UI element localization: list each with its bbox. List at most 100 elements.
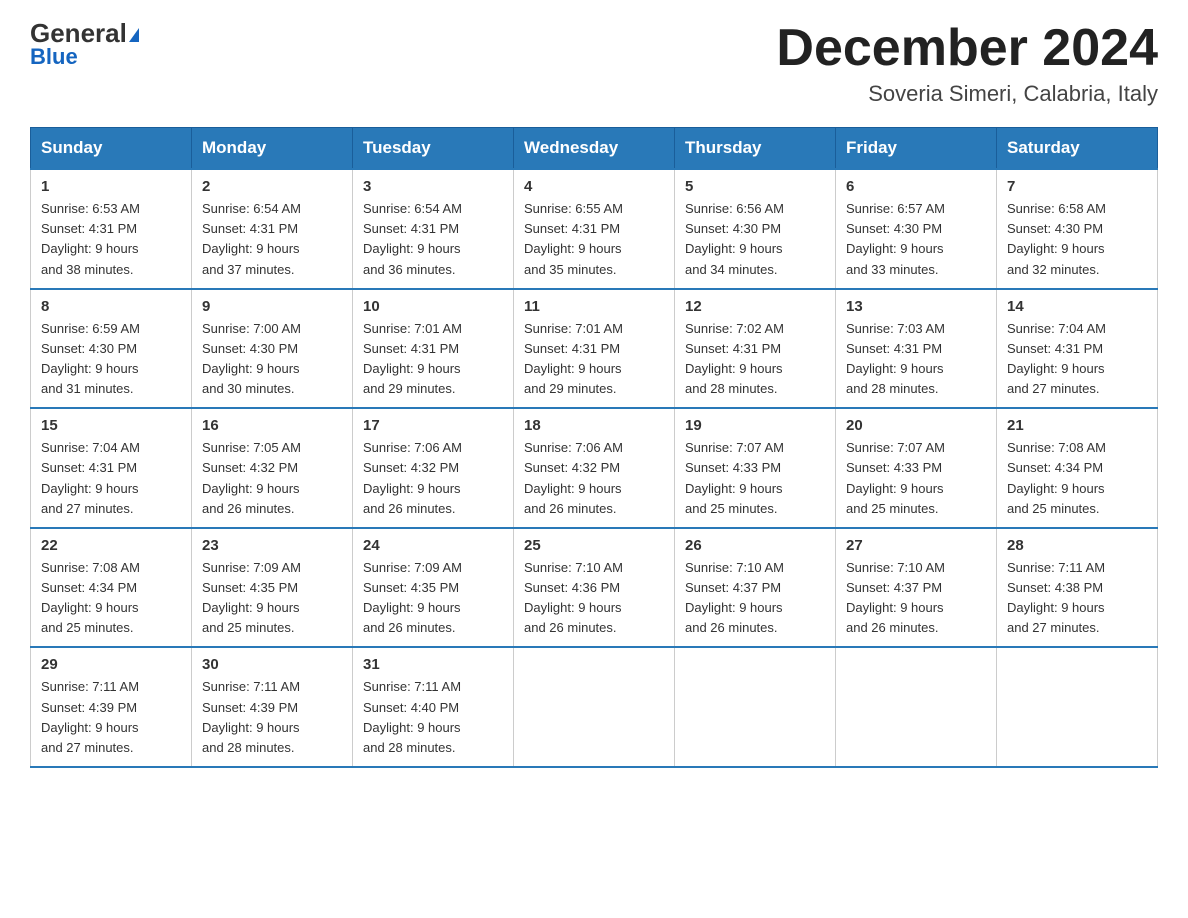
table-row: [836, 647, 997, 767]
table-row: 1 Sunrise: 6:53 AMSunset: 4:31 PMDaylight…: [31, 169, 192, 289]
day-number: 4: [524, 178, 664, 195]
day-number: 31: [363, 656, 503, 673]
table-row: 31 Sunrise: 7:11 AMSunset: 4:40 PMDayligh…: [353, 647, 514, 767]
col-monday: Monday: [192, 128, 353, 170]
calendar-header-row: Sunday Monday Tuesday Wednesday Thursday…: [31, 128, 1158, 170]
day-number: 8: [41, 298, 181, 315]
day-info: Sunrise: 7:08 AMSunset: 4:34 PMDaylight:…: [41, 558, 181, 639]
day-info: Sunrise: 7:07 AMSunset: 4:33 PMDaylight:…: [846, 438, 986, 519]
table-row: 16Sunrise: 7:05 AMSunset: 4:32 PMDayligh…: [192, 408, 353, 528]
day-number: 30: [202, 656, 342, 673]
day-info: Sunrise: 7:10 AMSunset: 4:37 PMDaylight:…: [685, 558, 825, 639]
calendar-week-row: 1 Sunrise: 6:53 AMSunset: 4:31 PMDaylight…: [31, 169, 1158, 289]
table-row: 15 Sunrise: 7:04 AMSunset: 4:31 PMDayligh…: [31, 408, 192, 528]
day-info: Sunrise: 7:04 AMSunset: 4:31 PMDaylight:…: [1007, 319, 1147, 400]
day-number: 9: [202, 298, 342, 315]
day-number: 19: [685, 417, 825, 434]
day-info: Sunrise: 7:08 AMSunset: 4:34 PMDaylight:…: [1007, 438, 1147, 519]
col-sunday: Sunday: [31, 128, 192, 170]
table-row: 9 Sunrise: 7:00 AMSunset: 4:30 PMDaylight…: [192, 289, 353, 409]
day-number: 12: [685, 298, 825, 315]
day-info: Sunrise: 7:01 AMSunset: 4:31 PMDaylight:…: [524, 319, 664, 400]
day-info: Sunrise: 7:06 AMSunset: 4:32 PMDaylight:…: [363, 438, 503, 519]
day-number: 22: [41, 537, 181, 554]
table-row: 10Sunrise: 7:01 AMSunset: 4:31 PMDayligh…: [353, 289, 514, 409]
col-wednesday: Wednesday: [514, 128, 675, 170]
table-row: 11 Sunrise: 7:01 AMSunset: 4:31 PMDayligh…: [514, 289, 675, 409]
logo-blue: Blue: [30, 44, 78, 70]
table-row: 8 Sunrise: 6:59 AMSunset: 4:30 PMDaylight…: [31, 289, 192, 409]
day-info: Sunrise: 7:00 AMSunset: 4:30 PMDaylight:…: [202, 319, 342, 400]
day-info: Sunrise: 7:11 AMSunset: 4:38 PMDaylight:…: [1007, 558, 1147, 639]
day-info: Sunrise: 7:09 AMSunset: 4:35 PMDaylight:…: [202, 558, 342, 639]
day-number: 29: [41, 656, 181, 673]
table-row: 17 Sunrise: 7:06 AMSunset: 4:32 PMDayligh…: [353, 408, 514, 528]
day-number: 23: [202, 537, 342, 554]
day-number: 24: [363, 537, 503, 554]
day-number: 7: [1007, 178, 1147, 195]
location: Soveria Simeri, Calabria, Italy: [776, 81, 1158, 107]
day-number: 27: [846, 537, 986, 554]
table-row: 18Sunrise: 7:06 AMSunset: 4:32 PMDayligh…: [514, 408, 675, 528]
table-row: 20 Sunrise: 7:07 AMSunset: 4:33 PMDayligh…: [836, 408, 997, 528]
table-row: 25Sunrise: 7:10 AMSunset: 4:36 PMDayligh…: [514, 528, 675, 648]
calendar-week-row: 8 Sunrise: 6:59 AMSunset: 4:30 PMDaylight…: [31, 289, 1158, 409]
page-header: General Blue December 2024 Soveria Simer…: [30, 20, 1158, 107]
day-number: 20: [846, 417, 986, 434]
day-number: 6: [846, 178, 986, 195]
table-row: 27Sunrise: 7:10 AMSunset: 4:37 PMDayligh…: [836, 528, 997, 648]
table-row: 2 Sunrise: 6:54 AMSunset: 4:31 PMDaylight…: [192, 169, 353, 289]
day-info: Sunrise: 7:11 AMSunset: 4:39 PMDaylight:…: [202, 677, 342, 758]
table-row: 4 Sunrise: 6:55 AMSunset: 4:31 PMDaylight…: [514, 169, 675, 289]
table-row: 30 Sunrise: 7:11 AMSunset: 4:39 PMDayligh…: [192, 647, 353, 767]
day-info: Sunrise: 6:59 AMSunset: 4:30 PMDaylight:…: [41, 319, 181, 400]
table-row: 3Sunrise: 6:54 AMSunset: 4:31 PMDaylight…: [353, 169, 514, 289]
table-row: [514, 647, 675, 767]
day-number: 15: [41, 417, 181, 434]
table-row: [675, 647, 836, 767]
table-row: 12 Sunrise: 7:02 AMSunset: 4:31 PMDayligh…: [675, 289, 836, 409]
title-section: December 2024 Soveria Simeri, Calabria, …: [776, 20, 1158, 107]
day-number: 13: [846, 298, 986, 315]
table-row: [997, 647, 1158, 767]
table-row: 29 Sunrise: 7:11 AMSunset: 4:39 PMDayligh…: [31, 647, 192, 767]
table-row: 14 Sunrise: 7:04 AMSunset: 4:31 PMDayligh…: [997, 289, 1158, 409]
col-tuesday: Tuesday: [353, 128, 514, 170]
day-info: Sunrise: 6:57 AMSunset: 4:30 PMDaylight:…: [846, 199, 986, 280]
day-info: Sunrise: 7:11 AMSunset: 4:39 PMDaylight:…: [41, 677, 181, 758]
day-info: Sunrise: 7:05 AMSunset: 4:32 PMDaylight:…: [202, 438, 342, 519]
day-number: 17: [363, 417, 503, 434]
day-info: Sunrise: 6:54 AMSunset: 4:31 PMDaylight:…: [202, 199, 342, 280]
table-row: 13 Sunrise: 7:03 AMSunset: 4:31 PMDayligh…: [836, 289, 997, 409]
day-number: 28: [1007, 537, 1147, 554]
day-info: Sunrise: 7:09 AMSunset: 4:35 PMDaylight:…: [363, 558, 503, 639]
day-number: 25: [524, 537, 664, 554]
table-row: 22 Sunrise: 7:08 AMSunset: 4:34 PMDayligh…: [31, 528, 192, 648]
day-info: Sunrise: 6:55 AMSunset: 4:31 PMDaylight:…: [524, 199, 664, 280]
day-number: 11: [524, 298, 664, 315]
day-info: Sunrise: 7:03 AMSunset: 4:31 PMDaylight:…: [846, 319, 986, 400]
day-info: Sunrise: 7:11 AMSunset: 4:40 PMDaylight:…: [363, 677, 503, 758]
day-number: 14: [1007, 298, 1147, 315]
table-row: 23 Sunrise: 7:09 AMSunset: 4:35 PMDayligh…: [192, 528, 353, 648]
calendar-week-row: 22 Sunrise: 7:08 AMSunset: 4:34 PMDayligh…: [31, 528, 1158, 648]
day-number: 3: [363, 178, 503, 195]
day-number: 21: [1007, 417, 1147, 434]
day-info: Sunrise: 6:56 AMSunset: 4:30 PMDaylight:…: [685, 199, 825, 280]
day-number: 1: [41, 178, 181, 195]
table-row: 6 Sunrise: 6:57 AMSunset: 4:30 PMDaylight…: [836, 169, 997, 289]
day-number: 26: [685, 537, 825, 554]
logo-general: General: [30, 20, 139, 46]
day-number: 2: [202, 178, 342, 195]
day-info: Sunrise: 7:04 AMSunset: 4:31 PMDaylight:…: [41, 438, 181, 519]
table-row: 19Sunrise: 7:07 AMSunset: 4:33 PMDayligh…: [675, 408, 836, 528]
table-row: 26 Sunrise: 7:10 AMSunset: 4:37 PMDayligh…: [675, 528, 836, 648]
day-info: Sunrise: 7:01 AMSunset: 4:31 PMDaylight:…: [363, 319, 503, 400]
calendar-week-row: 29 Sunrise: 7:11 AMSunset: 4:39 PMDayligh…: [31, 647, 1158, 767]
col-thursday: Thursday: [675, 128, 836, 170]
table-row: 24 Sunrise: 7:09 AMSunset: 4:35 PMDayligh…: [353, 528, 514, 648]
day-info: Sunrise: 6:53 AMSunset: 4:31 PMDaylight:…: [41, 199, 181, 280]
calendar-week-row: 15 Sunrise: 7:04 AMSunset: 4:31 PMDayligh…: [31, 408, 1158, 528]
logo: General Blue: [30, 20, 139, 70]
day-info: Sunrise: 7:02 AMSunset: 4:31 PMDaylight:…: [685, 319, 825, 400]
